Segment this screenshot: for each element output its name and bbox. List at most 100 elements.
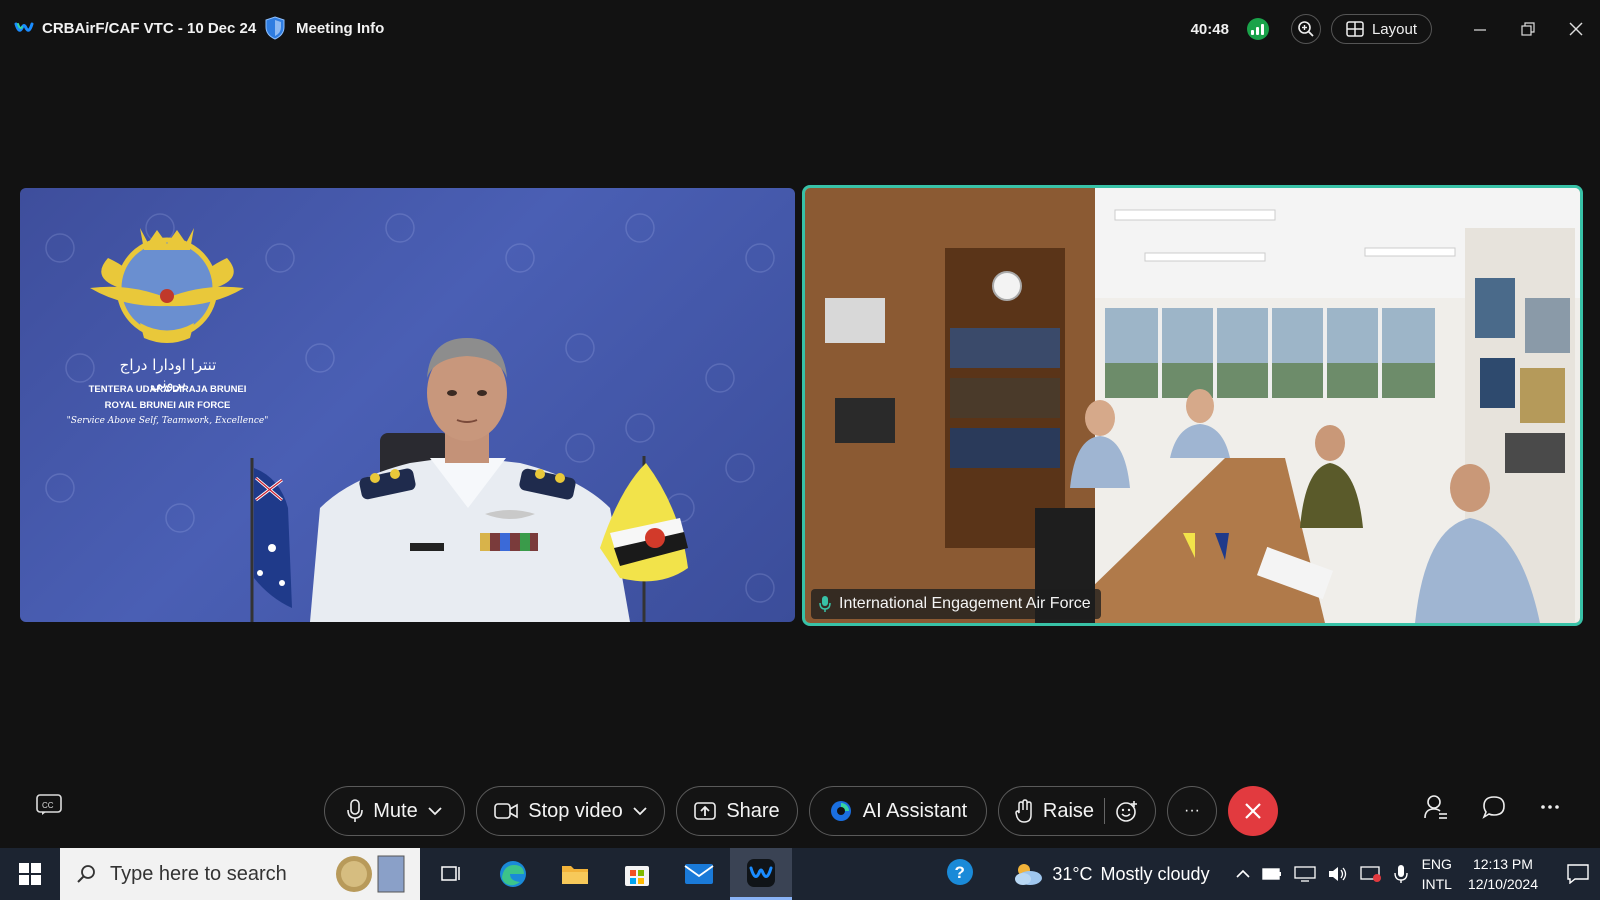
leave-meeting-button[interactable] (1228, 786, 1278, 836)
webex-meeting-window: CRBAirF/CAF VTC - 10 Dec 24 Meeting Info… (0, 0, 1600, 848)
closed-captions-icon: CC (36, 794, 62, 815)
layout-button[interactable]: Layout (1330, 14, 1432, 44)
edge-browser-icon (500, 861, 526, 887)
video-camera-icon (494, 803, 519, 819)
microsoft-store-button[interactable] (606, 848, 668, 900)
search-highlight-icon (336, 855, 405, 893)
shield-icon (265, 16, 285, 40)
lang-top: ENG (1421, 856, 1452, 872)
close-icon (1569, 22, 1583, 36)
help-icon: ? (947, 858, 974, 885)
chevron-up-icon[interactable] (1236, 869, 1250, 879)
mute-button[interactable]: Mute (324, 786, 465, 836)
microphone-icon (347, 799, 364, 822)
meeting-title-group: CRBAirF/CAF VTC - 10 Dec 24 (14, 18, 256, 38)
chevron-down-icon[interactable] (633, 806, 647, 816)
video-tile-active-speaker[interactable]: International Engagement Air Force (802, 185, 1583, 626)
clock-date: 12/10/2024 (1467, 876, 1538, 892)
screen-record-icon[interactable] (1359, 865, 1382, 883)
meeting-info-label: Meeting Info (296, 19, 385, 37)
mute-label: Mute (373, 799, 418, 822)
task-view-button[interactable] (420, 848, 482, 900)
microphone-icon (819, 596, 831, 612)
weather-widget[interactable]: 31°C Mostly cloudy (1012, 861, 1210, 887)
layout-label: Layout (1371, 20, 1417, 38)
search-highlight-image (330, 852, 410, 896)
raise-hand-button[interactable]: Raise (998, 786, 1156, 836)
stop-video-label: Stop video (528, 799, 623, 822)
windows-logo-icon (19, 863, 41, 885)
taskbar-search-box[interactable]: Type here to search (60, 848, 420, 900)
more-label: ··· (1184, 802, 1200, 819)
hand-icon (1015, 799, 1032, 823)
windows-taskbar: Type here to search ? 31°C Mostly cloudy… (0, 848, 1600, 900)
meeting-controls-bar: CC Mute Stop video Share AI Assistant Ra… (0, 780, 1600, 838)
notification-icon (1567, 864, 1589, 884)
close-icon (1245, 803, 1261, 819)
title-bar: CRBAirF/CAF VTC - 10 Dec 24 Meeting Info… (0, 0, 1600, 58)
search-icon (77, 865, 95, 883)
meeting-timer: 40:48 (1190, 20, 1229, 38)
taskbar-clock[interactable]: 12:13 PM 12/10/2024 (1468, 854, 1538, 894)
microphone-in-use-icon[interactable] (1393, 864, 1408, 884)
more-options-icon[interactable] (1540, 804, 1560, 810)
participant-name: International Engagement Air Force (839, 595, 1091, 612)
magnifier-plus-icon (1298, 21, 1314, 37)
edge-browser-button[interactable] (482, 848, 544, 900)
restore-icon (1521, 22, 1535, 36)
input-language-indicator[interactable]: ENG INTL (1422, 854, 1452, 894)
network-signal-icon[interactable] (1246, 18, 1269, 40)
zoom-button[interactable] (1290, 14, 1321, 44)
minimize-icon (1474, 29, 1486, 31)
webex-logo-icon (14, 22, 34, 32)
start-button[interactable] (0, 848, 60, 900)
closed-captions-button[interactable]: CC (36, 794, 64, 818)
participants-icon[interactable] (1424, 794, 1448, 820)
folder-icon (562, 866, 588, 884)
cloudy-weather-icon (1015, 864, 1043, 885)
panel-buttons-group (1424, 794, 1560, 820)
search-placeholder: Type here to search (110, 862, 287, 885)
stop-video-button[interactable]: Stop video (476, 786, 665, 836)
restore-button[interactable] (1504, 10, 1552, 48)
share-screen-icon (694, 802, 717, 820)
conference-room-video-feed (805, 188, 1580, 623)
title-right-group: 40:48 Layout (1191, 10, 1600, 48)
notifications-button[interactable] (1556, 848, 1600, 900)
participant-name-label: International Engagement Air Force (811, 589, 1101, 619)
video-tile-rbaf[interactable]: تنترا اودارا دراج بروني TENTERA UDARA DI… (20, 188, 795, 622)
ai-assistant-button[interactable]: AI Assistant (809, 786, 987, 836)
mail-button[interactable] (668, 848, 730, 900)
ai-assistant-icon (830, 801, 851, 821)
help-button[interactable]: ? (946, 858, 974, 891)
svg-text:CC: CC (42, 801, 54, 810)
weather-desc: Mostly cloudy (1100, 863, 1210, 884)
lang-bottom: INTL (1421, 876, 1452, 892)
close-button[interactable] (1552, 10, 1600, 48)
file-explorer-button[interactable] (544, 848, 606, 900)
raise-label: Raise (1042, 799, 1095, 822)
clock-time: 12:13 PM (1472, 856, 1533, 872)
chevron-down-icon[interactable] (428, 806, 442, 816)
mail-icon (684, 864, 714, 884)
minimize-button[interactable] (1456, 10, 1504, 48)
network-icon[interactable] (1293, 866, 1316, 882)
webex-taskbar-button[interactable] (730, 848, 792, 900)
reactions-smiley-icon[interactable] (1115, 799, 1139, 823)
share-button[interactable]: Share (676, 786, 798, 836)
battery-icon[interactable] (1261, 867, 1282, 881)
ai-assistant-label: AI Assistant (862, 799, 968, 822)
webex-logo-icon (747, 858, 775, 887)
share-label: Share (726, 799, 780, 822)
store-icon (625, 866, 649, 886)
more-options-button[interactable]: ··· (1167, 786, 1217, 836)
grid-layout-icon (1346, 21, 1364, 37)
svg-text:?: ? (955, 863, 965, 882)
chat-icon[interactable] (1482, 795, 1506, 819)
meeting-info-button[interactable]: Meeting Info (264, 16, 384, 40)
task-view-icon (441, 866, 460, 881)
meeting-title: CRBAirF/CAF VTC - 10 Dec 24 (42, 19, 257, 37)
taskbar-tray: ? 31°C Mostly cloudy ENG INTL 12:13 PM 1… (946, 848, 1600, 900)
system-tray-icons (1236, 864, 1408, 884)
volume-icon[interactable] (1328, 866, 1348, 882)
